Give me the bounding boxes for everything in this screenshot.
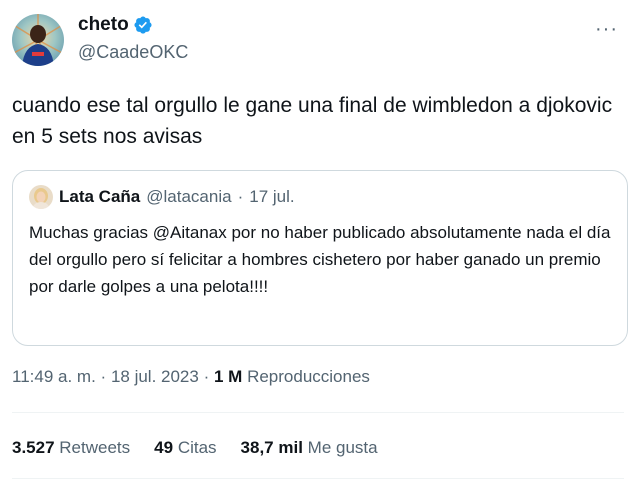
author-name-row[interactable]: cheto — [78, 14, 153, 36]
tweet-date[interactable]: 18 jul. 2023 — [111, 367, 199, 386]
author-handle[interactable]: @CaadeOKC — [78, 42, 188, 63]
quotes-count: 49 — [154, 438, 174, 457]
likes-stat[interactable]: 38,7 mil Me gusta — [241, 438, 378, 458]
tweet-text: cuando ese tal orgullo le gane una final… — [12, 94, 613, 148]
quoted-date[interactable]: 17 jul. — [249, 187, 294, 207]
quoted-avatar-image — [29, 185, 53, 209]
views-label: Reproducciones — [247, 367, 370, 386]
likes-label: Me gusta — [307, 438, 378, 457]
quoted-tweet-header: Lata Caña @latacania · 17 jul. — [29, 185, 295, 209]
quoted-author-avatar[interactable] — [29, 185, 53, 209]
divider — [12, 412, 624, 413]
meta-separator: · — [100, 367, 107, 386]
tweet-meta: 11:49 a. m. · 18 jul. 2023 · 1 M Reprodu… — [12, 367, 370, 387]
quoted-text: Muchas gracias @Aitanax por no haber pub… — [29, 223, 611, 296]
retweets-label: Retweets — [59, 438, 131, 457]
quoted-tweet[interactable]: Lata Caña @latacania · 17 jul. Muchas gr… — [12, 170, 628, 346]
engagement-stats: 3.527 Retweets 49 Citas 38,7 mil Me gust… — [12, 438, 378, 458]
likes-count: 38,7 mil — [240, 438, 303, 457]
author-avatar[interactable] — [12, 14, 64, 66]
quotes-label: Citas — [177, 438, 217, 457]
more-options-icon[interactable]: ··· — [595, 18, 618, 41]
tweet-time[interactable]: 11:49 a. m. — [12, 367, 96, 386]
quoted-separator: · — [237, 187, 244, 206]
retweets-stat[interactable]: 3.527 Retweets — [12, 438, 130, 458]
retweets-count: 3.527 — [12, 438, 55, 457]
author-display-name[interactable]: cheto — [78, 14, 129, 36]
quoted-handle[interactable]: @latacania — [146, 187, 231, 207]
quoted-display-name[interactable]: Lata Caña — [59, 187, 140, 207]
quotes-stat[interactable]: 49 Citas — [154, 438, 216, 458]
avatar-image — [12, 14, 64, 66]
verified-badge-icon — [134, 16, 152, 34]
meta-separator: · — [203, 367, 210, 386]
views-count: 1 M — [213, 367, 243, 386]
divider — [12, 478, 624, 479]
